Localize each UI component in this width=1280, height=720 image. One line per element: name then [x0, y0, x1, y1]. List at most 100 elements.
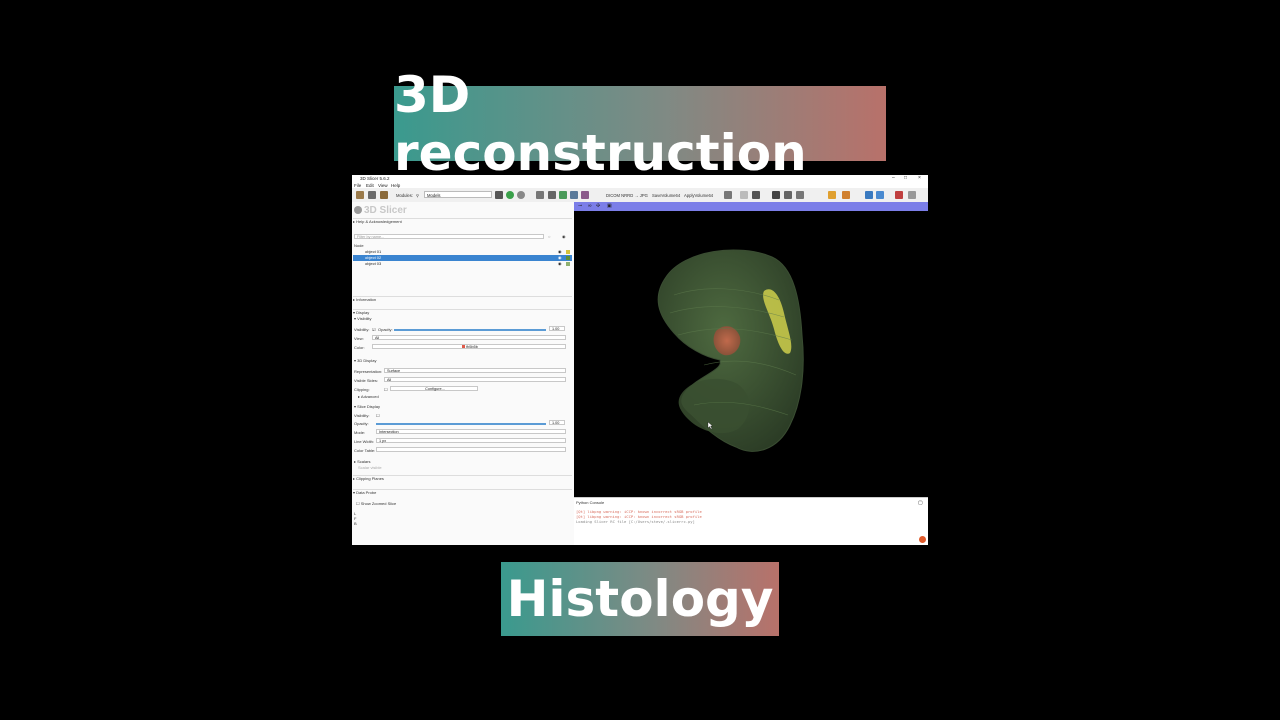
record-icon[interactable] [895, 191, 903, 199]
next-module-icon[interactable] [506, 191, 514, 199]
color-label: Color: [354, 345, 365, 350]
subsection-advanced[interactable]: ▸ Advanced [358, 394, 379, 399]
section-clipping-planes[interactable]: ▸ Clipping Planes [353, 475, 572, 481]
subsection-scalars[interactable]: ▸ Scalars [354, 459, 370, 464]
close-icon[interactable]: × [918, 175, 921, 181]
mode-select[interactable]: Intersection [376, 429, 566, 434]
zoom-icon[interactable] [796, 191, 804, 199]
clipping-checkbox[interactable]: ☐ [384, 387, 388, 392]
eye-icon[interactable]: ◉ [558, 261, 562, 267]
dicom-nrrd-jpg-button[interactable]: DICOM NRRD → JPG [606, 193, 648, 198]
color-swatch[interactable] [566, 256, 570, 260]
load-data-icon[interactable] [356, 191, 364, 199]
color-swatch[interactable] [566, 262, 570, 266]
color-picker-button[interactable]: fb5b5b [372, 344, 566, 349]
slicer-logo-icon [354, 206, 362, 215]
save-volume-button[interactable]: SaveVolume64 [652, 193, 680, 198]
slice-visibility-label: Visibility: [354, 413, 370, 418]
subsection-visibility[interactable]: ▾ Visibility [354, 316, 372, 321]
console-title: Python Console [576, 500, 605, 505]
line-width-spinbox[interactable]: 1 px [376, 438, 566, 443]
section-information[interactable]: ▸ Information [353, 296, 572, 302]
subsection-3d-display[interactable]: ▾ 3D Display [354, 358, 376, 363]
view-label: View: [354, 336, 364, 341]
layout-view-icon[interactable]: ▣ [607, 203, 612, 209]
bottom-banner: Histology [501, 562, 779, 636]
console-float-icon[interactable]: ▢ [918, 500, 923, 506]
title-banner: 3D reconstruction [394, 66, 886, 182]
transforms-icon[interactable] [570, 191, 578, 199]
console-line: Loading Slicer RC file [C:/Users/steve/.… [576, 519, 695, 524]
models-icon[interactable] [559, 191, 567, 199]
show-zoomed-checkbox[interactable]: ☐ Show Zoomed Slice [356, 501, 396, 506]
history-icon[interactable] [495, 191, 503, 199]
section-display[interactable]: ▾ Display [353, 309, 572, 315]
chart-icon[interactable] [908, 191, 916, 199]
minimize-icon[interactable]: – [892, 175, 895, 181]
main-toolbar: Modules: ⚲ Models DICOM NRRD → JPG SaveV… [352, 188, 928, 203]
line-width-label: Line Width: [354, 439, 375, 444]
3d-model-render[interactable] [574, 205, 928, 497]
visibility-label: Visibility: [354, 327, 370, 332]
python-console[interactable]: Python Console [Qt] libpng warning: iCCP… [574, 497, 928, 545]
subsection-slice-display[interactable]: ▾ Slice Display [354, 404, 380, 409]
module-panel: 3D Slicer ▸ Help & Acknowledgement Filte… [352, 202, 575, 545]
module-search-icon[interactable]: ⚲ [416, 193, 419, 198]
crosshair-icon[interactable] [784, 191, 792, 199]
opacity-slider[interactable] [394, 329, 546, 331]
slice-visibility-checkbox[interactable]: ☐ [376, 413, 380, 418]
representation-select[interactable]: Surface [384, 368, 566, 373]
save-icon[interactable] [380, 191, 388, 199]
apply-volume-button[interactable]: ApplyVolume64 [684, 193, 713, 198]
opacity-spinbox[interactable]: 1.00 [549, 326, 565, 331]
mouse-mode-icon[interactable] [828, 191, 836, 199]
python-icon[interactable] [876, 191, 884, 199]
3d-view-controller-bar: ⊸ ∞ ✣ ▣ [574, 202, 928, 211]
slice-opacity-slider[interactable] [376, 423, 546, 425]
slicer-logo: 3D Slicer [354, 205, 407, 216]
modules-label: Modules: [396, 193, 413, 198]
center-view-icon[interactable]: ✣ [596, 203, 600, 209]
representation-label: Representation: [354, 369, 383, 374]
volumes-icon[interactable] [548, 191, 556, 199]
color-table-label: Color Table: [354, 448, 376, 453]
prev-module-icon[interactable] [517, 191, 525, 199]
window-title: 3D Slicer 5.6.2 [360, 176, 390, 181]
visible-sides-label: Visible Sides: [354, 378, 378, 383]
filter-input[interactable]: Filter by name... [354, 234, 544, 239]
markups-icon[interactable] [581, 191, 589, 199]
scalars-visible: Scalar visible [358, 465, 382, 470]
visibility-toggle-icon[interactable]: ◉ [562, 234, 566, 239]
visibility-checkbox[interactable]: ☑ [372, 327, 376, 332]
dicom-icon[interactable] [368, 191, 376, 199]
tissue-lower-lobe [678, 378, 750, 434]
tree-header: Node [354, 243, 364, 248]
notification-icon[interactable] [919, 536, 926, 543]
section-help[interactable]: ▸ Help & Acknowledgement [353, 218, 572, 224]
clipping-label: Clipping: [354, 387, 370, 392]
visible-sides-select[interactable]: All [384, 377, 566, 382]
opacity-label: Opacity: [378, 327, 393, 332]
pin-icon[interactable]: ⊸ [578, 203, 582, 209]
pointer-icon[interactable] [740, 191, 748, 199]
configure-button[interactable]: Configure... [390, 386, 478, 391]
slice-opacity-spinbox[interactable]: 1.00 [549, 420, 565, 425]
section-data-probe[interactable]: ▾ Data Probe [353, 489, 572, 495]
color-table-select[interactable] [376, 447, 566, 452]
tree-item[interactable]: object 03 ◉ [353, 261, 572, 267]
link-icon[interactable]: ∞ [588, 203, 592, 209]
filter-options-icon[interactable]: ◌ [548, 234, 550, 239]
screenshot-icon[interactable] [772, 191, 780, 199]
place-fiducial-icon[interactable] [752, 191, 760, 199]
maximize-icon[interactable]: □ [904, 175, 907, 181]
3d-view[interactable] [574, 205, 928, 497]
module-selector[interactable]: Models [424, 191, 492, 198]
layout-icon[interactable] [724, 191, 732, 199]
window-level-icon[interactable] [842, 191, 850, 199]
color-swatch[interactable] [566, 250, 570, 254]
mode-label: Mode: [354, 430, 366, 435]
extensions-icon[interactable] [865, 191, 873, 199]
data-icon[interactable] [536, 191, 544, 199]
slicer-window: 3D Slicer 5.6.2 – □ × File Edit View Hel… [352, 175, 928, 545]
view-select[interactable]: All [372, 335, 566, 340]
